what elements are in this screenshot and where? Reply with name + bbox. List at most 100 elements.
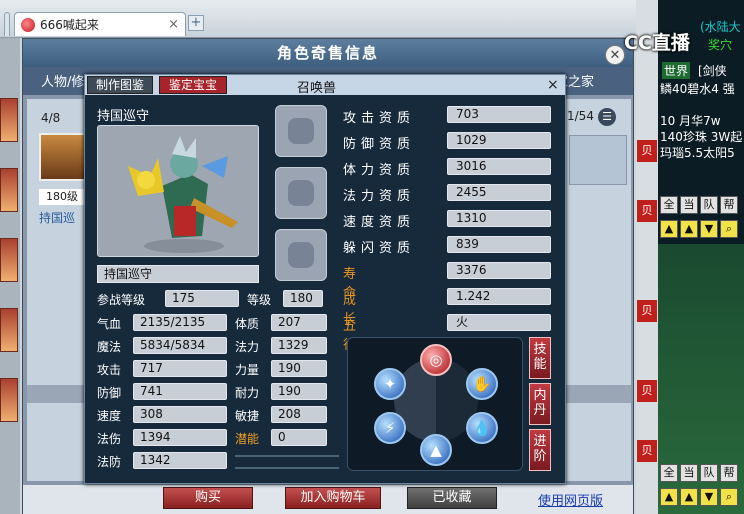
page-indicator-right: 1/54 (567, 109, 594, 123)
favorited-button[interactable]: 已收藏 (407, 487, 497, 509)
chat-side-button[interactable]: 贝 (637, 440, 657, 462)
scroll-up-fast-icon[interactable]: ▲ (680, 220, 698, 238)
stat-value-magic-defense: 1342 (133, 452, 227, 469)
item-thumbnail[interactable] (39, 133, 87, 181)
decorative-pattern (235, 455, 339, 469)
skill-orb-claw-icon[interactable]: ✦ (374, 368, 406, 400)
buy-button[interactable]: 购买 (163, 487, 253, 509)
stat-label-endurance: 耐力 (235, 386, 260, 400)
tab-favicon-icon (21, 17, 35, 32)
stat-label-strength: 力量 (235, 363, 260, 377)
scroll-up-icon[interactable]: ▲ (660, 220, 678, 238)
shop-tab-character[interactable]: 人物/修 (41, 71, 84, 90)
browser-tab-edge[interactable] (4, 12, 10, 36)
chat-channel-current[interactable]: 当 (680, 464, 698, 482)
scroll-up-icon[interactable]: ▲ (660, 488, 678, 506)
equip-slot-2[interactable] (275, 167, 327, 219)
skill-orb-water-icon[interactable]: 💧 (466, 412, 498, 444)
stat-value-mp: 5834/5834 (133, 337, 227, 354)
pet-name-heading: 持国巡守 (97, 109, 150, 124)
chat-channel-team[interactable]: 队 (700, 196, 718, 214)
advance-button[interactable]: 进阶 (529, 429, 551, 471)
tab-identify-pet[interactable]: 鉴定宝宝 (159, 76, 227, 94)
stat-label-mp: 魔法 (97, 340, 122, 354)
join-level-field: 175 (165, 290, 239, 307)
chat-channel-world[interactable]: 世界 (662, 62, 691, 79)
browser-tab-active[interactable]: 666喊起来 × (14, 12, 186, 36)
chat-side-button[interactable]: 贝 (637, 200, 657, 222)
stat-label-speed: 速度 (97, 409, 122, 423)
chat-channel-all[interactable]: 全 (660, 196, 678, 214)
left-thumb (0, 98, 18, 142)
aptitude-value-attack: 703 (447, 106, 551, 123)
new-tab-button[interactable]: + (188, 15, 204, 31)
chat-side-button[interactable]: 贝 (637, 300, 657, 322)
level-field: 180 (283, 290, 323, 307)
chat-channel-team[interactable]: 队 (700, 464, 718, 482)
list-menu-icon[interactable]: ☰ (598, 108, 616, 126)
tab-close-icon[interactable]: × (168, 17, 179, 32)
tab-make-catalog[interactable]: 制作图鉴 (87, 76, 153, 94)
chat-line: [剑侠 (698, 64, 727, 78)
chat-channel-all[interactable]: 全 (660, 464, 678, 482)
equip-slot-3[interactable] (275, 229, 327, 281)
scroll-up-fast-icon[interactable]: ▲ (680, 488, 698, 506)
skill-orb-lightning-icon[interactable]: ⚡ (374, 412, 406, 444)
stat-value-magic-damage: 1394 (133, 429, 227, 446)
left-thumb (0, 378, 18, 422)
left-thumb (0, 168, 18, 212)
stat-value-agility: 208 (271, 406, 327, 423)
skill-orb-palm-icon[interactable]: ✋ (466, 368, 498, 400)
chat-line: 140珍珠 3W起 (660, 130, 743, 144)
skill-orb-fire-icon[interactable]: ◎ (420, 344, 452, 376)
aptitude-value-dodge: 839 (447, 236, 551, 253)
left-page-strip (0, 38, 20, 514)
pet-name-field[interactable]: 持国巡守 (97, 265, 259, 283)
web-version-link[interactable]: 使用网页版 (538, 490, 603, 509)
skill-wheel: ◎ ✦ ✋ ⚡ 💧 ▲ (347, 337, 523, 471)
scroll-down-icon[interactable]: ▼ (700, 220, 718, 238)
stat-value-speed: 308 (133, 406, 227, 423)
add-cart-button[interactable]: 加入购物车 (285, 487, 381, 509)
inner-core-button[interactable]: 内丹 (529, 383, 551, 425)
tab-title: 666喊起来 (40, 18, 99, 32)
cc-live-logo: CC直播 (624, 32, 690, 54)
chat-scroll-controls-bottom: ▲ ▲ ▼ ⌕ (660, 488, 738, 506)
item-side-card[interactable] (569, 135, 627, 185)
pet-close-icon[interactable]: × (547, 77, 559, 93)
stat-value-attack: 717 (133, 360, 227, 377)
aptitude-label-attack: 攻击资质 (343, 111, 416, 126)
equip-slot-icon (288, 118, 314, 144)
pet-portrait (97, 125, 259, 257)
equip-slot-icon (288, 242, 314, 268)
chat-side-button[interactable]: 贝 (637, 140, 657, 162)
level-label: 等级 (247, 293, 272, 307)
pet-figure-icon (128, 136, 238, 253)
aptitude-label-dodge: 躲闪资质 (343, 241, 416, 256)
search-icon[interactable]: ⌕ (720, 220, 738, 238)
item-name[interactable]: 持国巡 (39, 209, 75, 226)
stat-label-hp: 气血 (97, 317, 122, 331)
chat-channel-guild[interactable]: 帮 (720, 196, 738, 214)
search-icon[interactable]: ⌕ (720, 488, 738, 506)
chat-channel-current[interactable]: 当 (680, 196, 698, 214)
stat-value-hp: 2135/2135 (133, 314, 227, 331)
shop-close-button[interactable]: ✕ (605, 45, 625, 65)
aptitude-value-magic: 2455 (447, 184, 551, 201)
aptitude-value-speed: 1310 (447, 210, 551, 227)
chat-scroll-controls: ▲ ▲ ▼ ⌕ (660, 220, 738, 238)
stat-label-magic-damage: 法伤 (97, 432, 122, 446)
element-value: 火 (447, 314, 551, 331)
scroll-down-icon[interactable]: ▼ (700, 488, 718, 506)
chat-channel-guild[interactable]: 帮 (720, 464, 738, 482)
stat-value-defense: 741 (133, 383, 227, 400)
item-level: 180级 (39, 189, 85, 205)
aptitude-value-defense: 1029 (447, 132, 551, 149)
equip-slot-1[interactable] (275, 105, 327, 157)
skill-orb-shield-icon[interactable]: ▲ (420, 434, 452, 466)
skills-button[interactable]: 技能 (529, 337, 551, 379)
page-indicator-left: 4/8 (41, 111, 61, 125)
stat-value-endurance: 190 (271, 383, 327, 400)
chat-side-button[interactable]: 贝 (637, 380, 657, 402)
stat-value-constitution: 207 (271, 314, 327, 331)
